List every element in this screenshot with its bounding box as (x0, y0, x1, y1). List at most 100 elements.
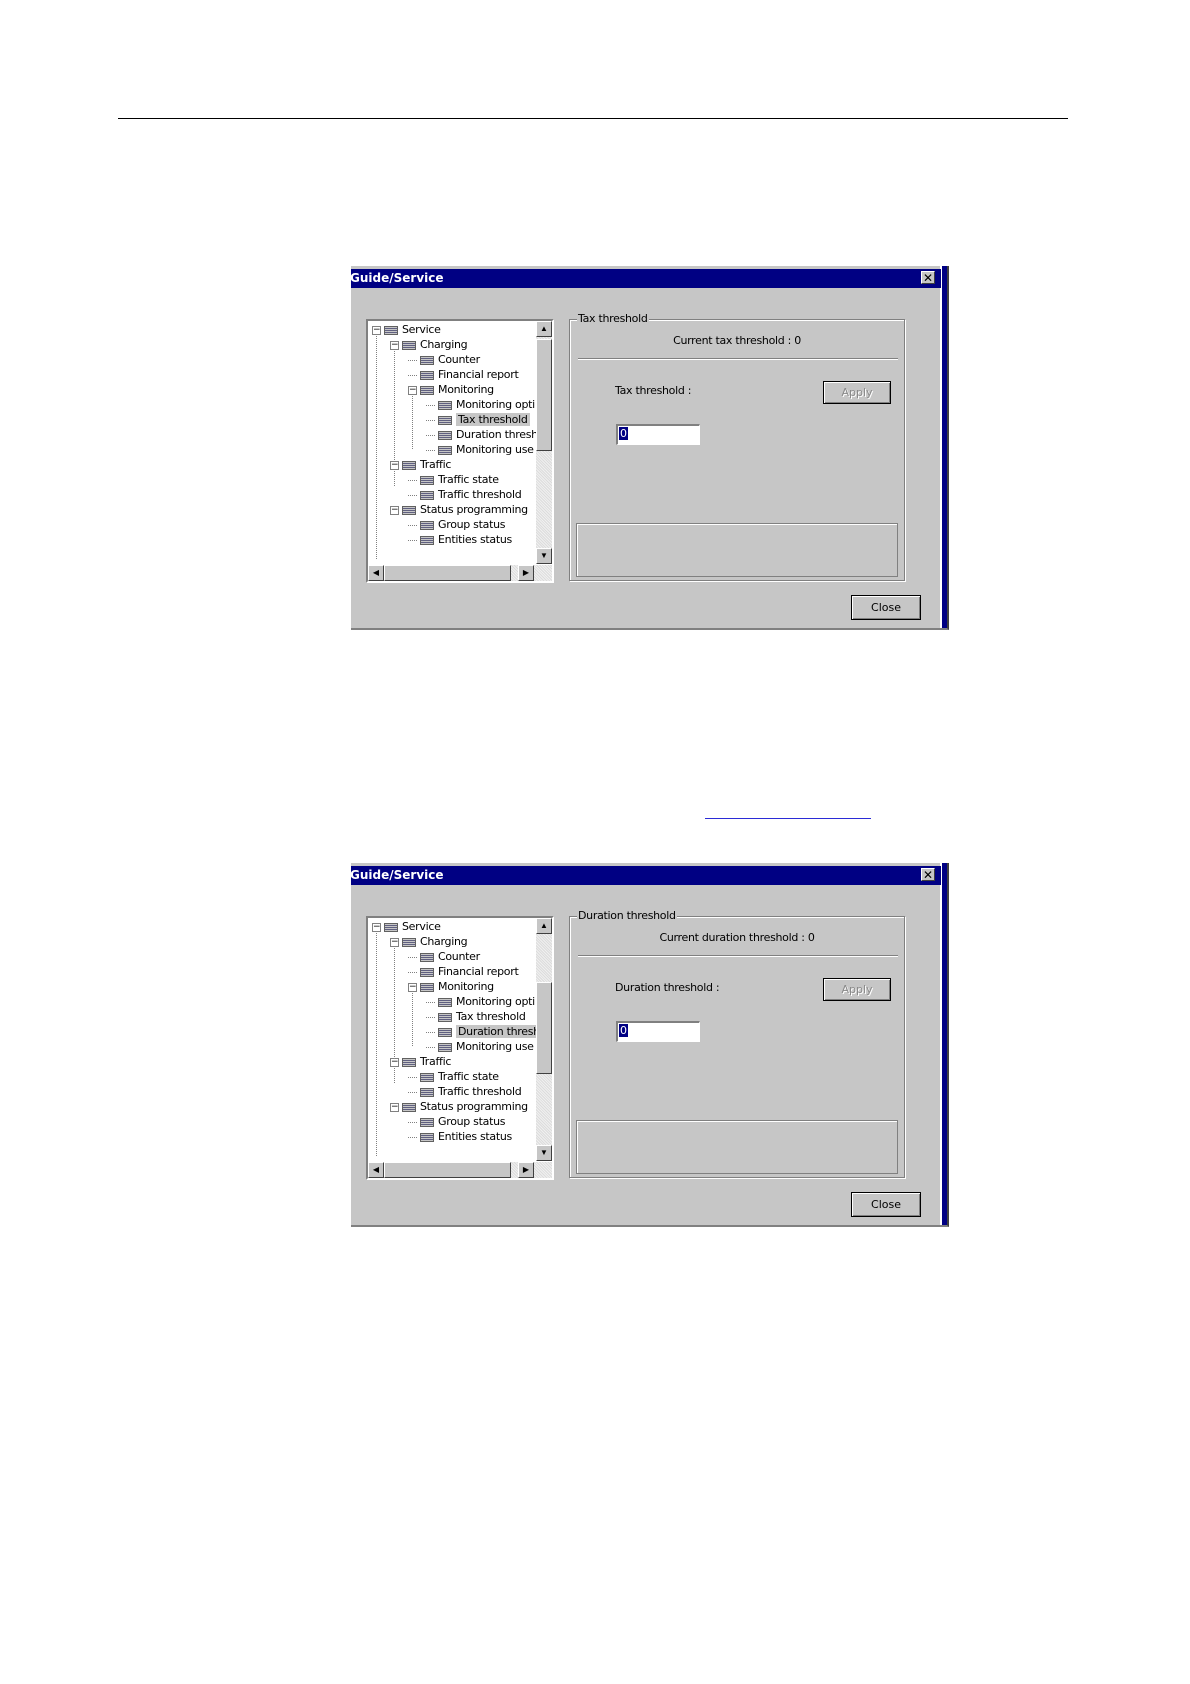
separator (578, 358, 898, 360)
page-header-rule (118, 118, 1068, 119)
tree-item[interactable]: − Monitoring (408, 382, 494, 397)
tree-item[interactable]: − Charging (390, 337, 468, 352)
threshold-input[interactable]: 0 (616, 424, 700, 445)
close-button[interactable]: Close (851, 1192, 921, 1217)
tree-item[interactable]: − Traffic (390, 1054, 451, 1069)
tree-item[interactable]: Duration thresh (426, 427, 536, 442)
collapse-icon[interactable]: − (408, 385, 417, 395)
collapse-icon[interactable]: − (390, 1102, 399, 1112)
tree-vertical-scrollbar[interactable]: ▲ ▼ (536, 321, 552, 564)
title-bar[interactable]: Guide/Service ✕ (351, 866, 941, 885)
tree-connector (408, 971, 417, 973)
tree-item[interactable]: Duration thresh (426, 1024, 536, 1039)
tree-item[interactable]: Group status (408, 1114, 505, 1129)
tree-connector (426, 1031, 435, 1033)
service-tree-view[interactable]: − Service − Charging Counter Financial report… (366, 319, 554, 583)
tree-item[interactable]: − Traffic (390, 457, 451, 472)
collapse-icon[interactable]: − (390, 340, 399, 350)
tree-item[interactable]: − Charging (390, 934, 468, 949)
tree-item[interactable]: Traffic threshold (408, 487, 522, 502)
tree-connector (408, 479, 417, 481)
apply-button[interactable]: Apply (823, 978, 891, 1001)
scroll-left-icon[interactable]: ◀ (368, 565, 384, 581)
tree-item[interactable]: Tax threshold (426, 1009, 526, 1024)
message-area (576, 1120, 898, 1174)
scroll-thumb[interactable] (536, 982, 552, 1074)
scroll-down-icon[interactable]: ▼ (536, 548, 552, 564)
tree-connector (408, 524, 417, 526)
tree-item-label: Status programming (420, 1100, 528, 1113)
tree-connector (408, 1076, 417, 1078)
scroll-up-icon[interactable]: ▲ (536, 321, 552, 337)
scroll-right-icon[interactable]: ▶ (518, 1162, 534, 1178)
node-folder-icon (438, 1042, 452, 1052)
scroll-thumb[interactable] (384, 1162, 511, 1178)
node-folder-icon (402, 340, 416, 350)
tree-item[interactable]: Group status (408, 517, 505, 532)
tree-item[interactable]: Traffic state (408, 1069, 499, 1084)
tree-item-label: Charging (420, 338, 468, 351)
tree-item[interactable]: − Service (372, 919, 441, 934)
close-icon[interactable]: ✕ (921, 271, 935, 284)
tree-item[interactable]: Entities status (408, 1129, 512, 1144)
tree-connector (426, 434, 435, 436)
tree-item[interactable]: Monitoring opti (426, 397, 535, 412)
tree-item[interactable]: Financial report (408, 367, 519, 382)
hyperlink-underline[interactable] (705, 818, 871, 819)
tree-item[interactable]: Financial report (408, 964, 519, 979)
service-tree-view[interactable]: − Service − Charging Counter Financial report… (366, 916, 554, 1180)
node-folder-icon (438, 997, 452, 1007)
tree-item-label: Traffic (420, 1055, 452, 1068)
tree-item[interactable]: Traffic threshold (408, 1084, 522, 1099)
tree-guide-line (376, 926, 377, 1156)
scroll-down-icon[interactable]: ▼ (536, 1145, 552, 1161)
tree-item[interactable]: Entities status (408, 532, 512, 547)
collapse-icon[interactable]: − (390, 1057, 399, 1067)
tree-item-label: Service (402, 920, 441, 933)
tree-item-label: Counter (438, 950, 480, 963)
close-icon[interactable]: ✕ (921, 868, 935, 881)
scroll-thumb[interactable] (536, 339, 552, 451)
tree-item[interactable]: − Status programming (390, 502, 528, 517)
node-folder-icon (402, 1102, 416, 1112)
collapse-icon[interactable]: − (390, 937, 399, 947)
collapse-icon[interactable]: − (390, 460, 399, 470)
tree-item[interactable]: Tax threshold (426, 412, 530, 427)
tree-item[interactable]: Monitoring use (426, 442, 534, 457)
tree-item[interactable]: − Monitoring (408, 979, 494, 994)
collapse-icon[interactable]: − (372, 325, 381, 335)
tree-item-label: Entities status (438, 533, 512, 546)
scroll-left-icon[interactable]: ◀ (368, 1162, 384, 1178)
close-button[interactable]: Close (851, 595, 921, 620)
tree-item[interactable]: Counter (408, 949, 480, 964)
node-folder-icon (402, 505, 416, 515)
collapse-icon[interactable]: − (372, 922, 381, 932)
current-threshold-text: Current tax threshold : 0 (673, 334, 801, 347)
node-folder-icon (420, 1087, 434, 1097)
tree-item[interactable]: Counter (408, 352, 480, 367)
tree-horizontal-scrollbar[interactable]: ◀ ▶ (368, 565, 552, 581)
tree-connector (408, 359, 417, 361)
tree-item[interactable]: − Status programming (390, 1099, 528, 1114)
tree-item[interactable]: − Service (372, 322, 441, 337)
tree-item[interactable]: Monitoring opti (426, 994, 535, 1009)
scroll-right-icon[interactable]: ▶ (518, 565, 534, 581)
scroll-up-icon[interactable]: ▲ (536, 918, 552, 934)
duration-threshold-group: Duration threshold Current duration thre… (569, 909, 905, 1178)
tree-item-label: Monitoring opti (456, 398, 535, 411)
title-bar[interactable]: Guide/Service ✕ (351, 269, 941, 288)
tree-vertical-scrollbar[interactable]: ▲ ▼ (536, 918, 552, 1161)
tree-item[interactable]: Monitoring use (426, 1039, 534, 1054)
separator (578, 955, 898, 957)
tree-connector (408, 1121, 417, 1123)
scroll-thumb[interactable] (384, 565, 511, 581)
tree-item[interactable]: Traffic state (408, 472, 499, 487)
tree-item-label: Monitoring (438, 980, 494, 993)
node-folder-icon (402, 937, 416, 947)
collapse-icon[interactable]: − (390, 505, 399, 515)
tree-horizontal-scrollbar[interactable]: ◀ ▶ (368, 1162, 552, 1178)
collapse-icon[interactable]: − (408, 982, 417, 992)
apply-button[interactable]: Apply (823, 381, 891, 404)
threshold-input[interactable]: 0 (616, 1021, 700, 1042)
node-folder-icon (420, 1117, 434, 1127)
